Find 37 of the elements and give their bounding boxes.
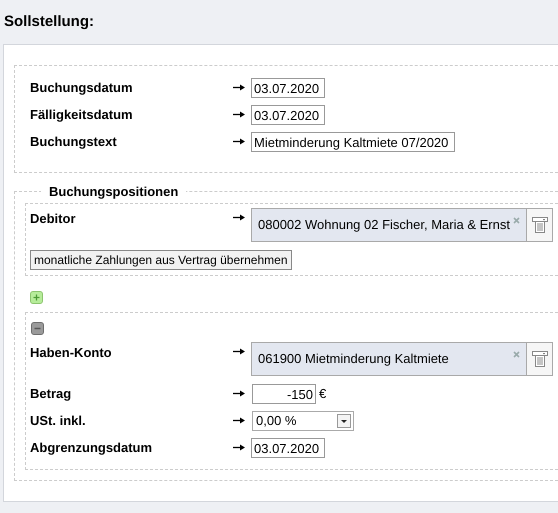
field-label: Fälligkeitsdatum [30, 107, 134, 122]
list-button[interactable] [527, 208, 553, 242]
field-label: Betrag [30, 386, 72, 401]
arrow-icon [233, 348, 245, 355]
lookup-field[interactable]: 080002 Wohnung 02 Fischer, Maria & Ernst [251, 208, 527, 242]
arrow-icon [233, 444, 245, 451]
arrow-icon [233, 84, 245, 91]
arrow-icon [233, 417, 245, 424]
clear-icon[interactable] [513, 351, 520, 358]
list-button[interactable] [527, 342, 553, 376]
amount-field[interactable]: -150 [252, 384, 316, 404]
add-icon[interactable] [30, 291, 43, 304]
text-field[interactable]: Mietminderung Kaltmiete 07/2020 [251, 132, 455, 152]
currency-unit: € [319, 386, 326, 401]
field-label: USt. inkl. [30, 413, 87, 428]
date-field[interactable]: 03.07.2020 [251, 438, 325, 458]
page-title: Sollstellung: [3, 12, 95, 32]
date-field[interactable]: 03.07.2020 [251, 104, 325, 124]
field-label: Buchungsdatum [30, 80, 134, 95]
arrow-icon [233, 111, 245, 118]
section-legend: Buchungspositionen [41, 184, 186, 199]
remove-icon[interactable] [31, 322, 44, 335]
field-label: Buchungstext [30, 134, 118, 149]
list-icon [532, 216, 548, 234]
dropdown-icon[interactable] [337, 414, 351, 428]
field-label: Abgrenzungsdatum [30, 440, 154, 455]
field-label: Haben-Konto [30, 344, 113, 360]
list-icon [532, 350, 548, 368]
copy-button[interactable]: monatliche Zahlungen aus Vertrag übernehmen [30, 250, 292, 270]
lookup-field[interactable]: 061900 Mietminderung Kaltmiete [251, 342, 527, 376]
date-field[interactable]: 03.07.2020 [251, 78, 325, 98]
field-label: Debitor [30, 210, 76, 226]
arrow-icon [233, 390, 245, 397]
clear-icon[interactable] [513, 217, 520, 224]
tax-select[interactable]: 0,00 % [252, 410, 354, 430]
arrow-icon [233, 138, 245, 145]
arrow-icon [233, 214, 245, 221]
